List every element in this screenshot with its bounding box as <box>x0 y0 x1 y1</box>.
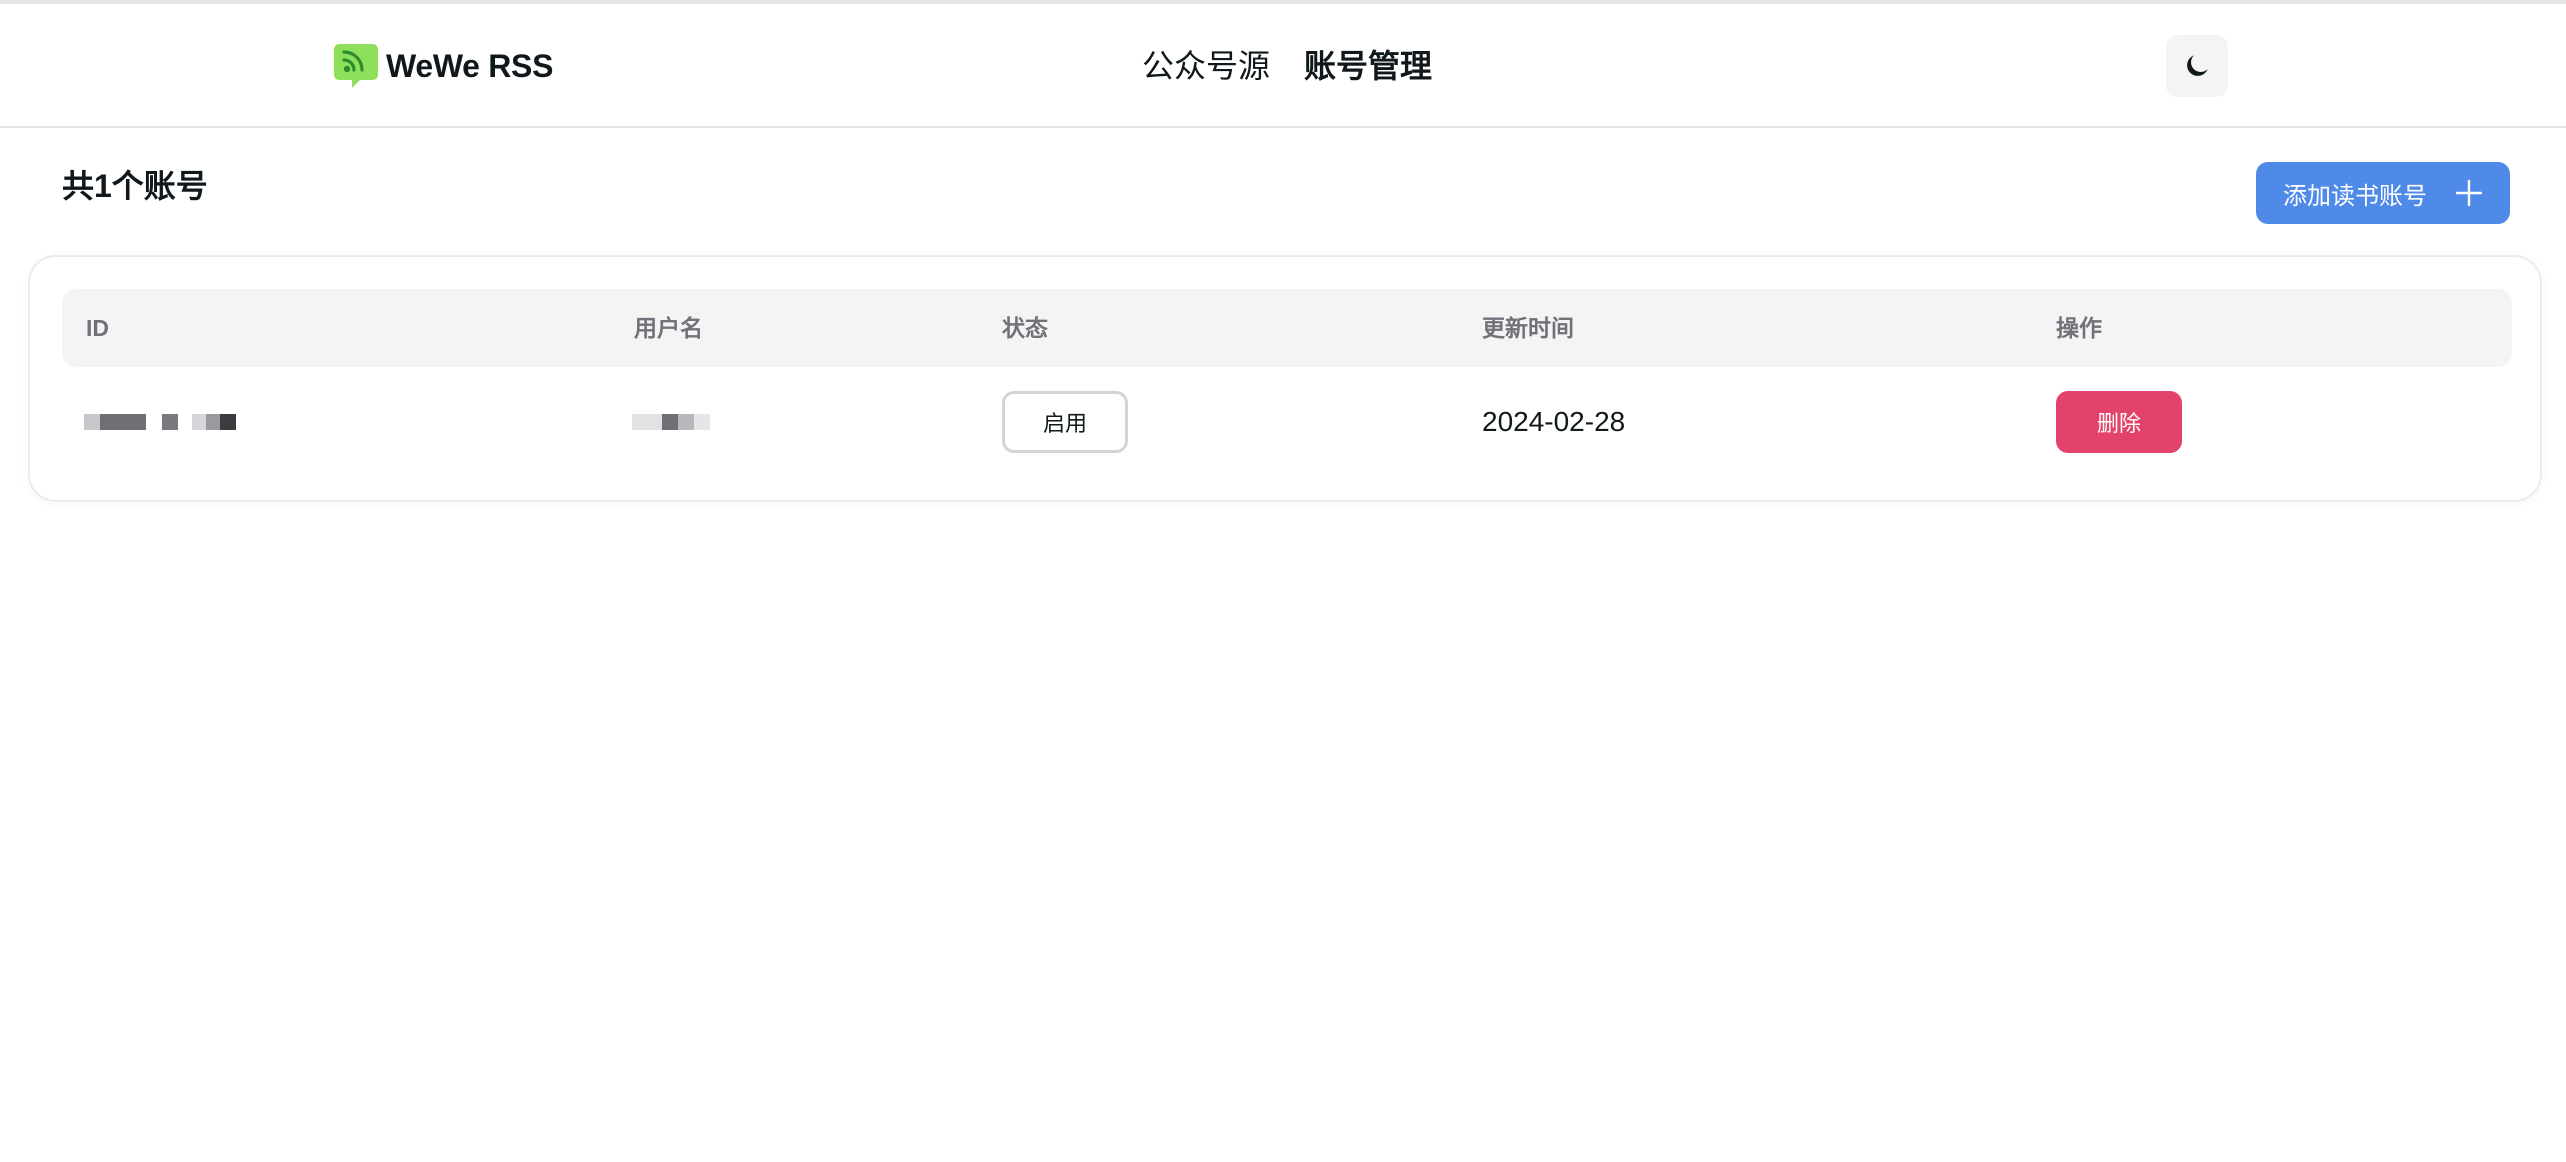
nav-item-accounts[interactable]: 账号管理 <box>1304 46 1432 86</box>
moon-icon <box>2187 55 2208 76</box>
column-header-username: 用户名 <box>634 315 703 341</box>
main-nav: 公众号源 账号管理 <box>1142 46 1432 86</box>
actions-cell: 删除 <box>2056 367 2182 477</box>
redacted-username <box>632 414 710 430</box>
updated-cell: 2024-02-28 <box>1482 367 1625 477</box>
add-account-label: 添加读书账号 <box>2283 182 2427 210</box>
column-header-actions: 操作 <box>2056 315 2102 341</box>
status-toggle-button[interactable]: 启用 <box>1002 391 1128 453</box>
status-cell: 启用 <box>1002 367 1128 477</box>
brand[interactable]: WeWe RSS <box>330 40 553 92</box>
app-name: WeWe RSS <box>386 47 554 84</box>
column-header-updated: 更新时间 <box>1482 315 1574 341</box>
rss-logo-icon <box>330 40 382 92</box>
column-header-status: 状态 <box>1002 315 1048 341</box>
add-account-button[interactable]: 添加读书账号 <box>2256 162 2510 224</box>
username-cell <box>632 367 710 477</box>
accounts-table-card: ID 用户名 状态 更新时间 操作 启用 2024-02-28 删除 <box>28 255 2542 502</box>
column-header-id: ID <box>86 315 109 341</box>
updated-date: 2024-02-28 <box>1482 406 1626 437</box>
delete-account-button[interactable]: 删除 <box>2056 391 2182 453</box>
table-row: 启用 2024-02-28 删除 <box>62 367 2512 477</box>
table-header: ID 用户名 状态 更新时间 操作 <box>62 289 2512 367</box>
redacted-id <box>84 414 236 430</box>
account-count: 共1个账号 <box>62 168 208 204</box>
theme-toggle-button[interactable] <box>2166 35 2228 97</box>
navbar: WeWe RSS 公众号源 账号管理 <box>0 4 2566 128</box>
plus-icon <box>2455 179 2483 207</box>
account-id-cell <box>84 367 236 477</box>
nav-item-feeds[interactable]: 公众号源 <box>1142 46 1270 86</box>
